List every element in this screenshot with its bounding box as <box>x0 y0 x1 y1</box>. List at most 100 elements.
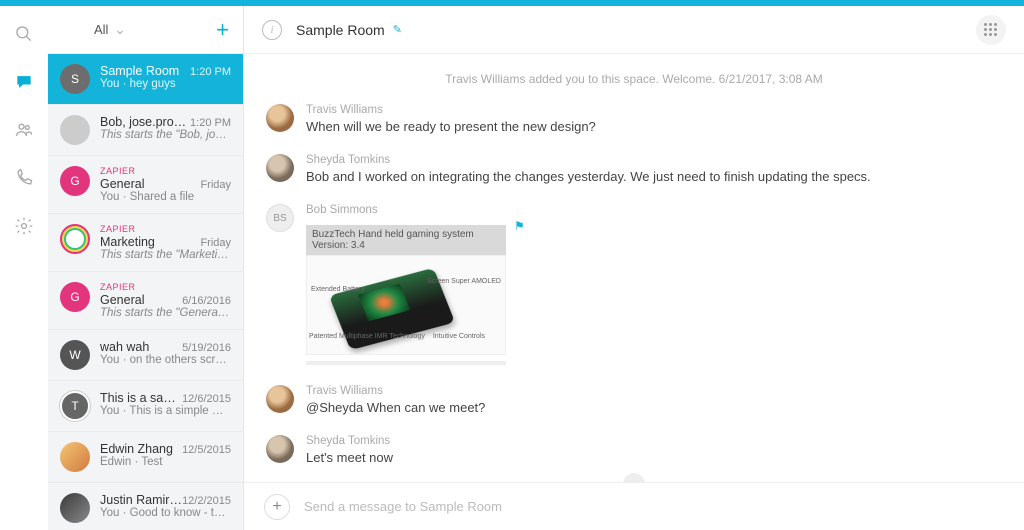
avatar: T <box>60 391 90 421</box>
message-composer: + <box>244 482 1024 530</box>
message-author: Sheyda Tomkins <box>306 154 1002 166</box>
system-message: Travis Williams added you to this space.… <box>266 72 1002 86</box>
scroll-down-button[interactable]: ⌄ <box>623 473 645 482</box>
avatar: W <box>60 340 90 370</box>
message-text: Let's meet now <box>306 450 1002 465</box>
callout-label: Patented Multiphase IMR Technology <box>309 333 425 340</box>
call-icon[interactable] <box>14 168 34 188</box>
message: Sheyda Tomkins Bob and I worked on integ… <box>266 154 1002 184</box>
room-title: Edwin Zhang <box>100 442 173 456</box>
chat-scroll-area[interactable]: Travis Williams added you to this space.… <box>244 54 1024 482</box>
message: Travis Williams When will we be ready to… <box>266 104 1002 134</box>
room-subtitle: You · This is a simple messa... <box>100 405 231 417</box>
flag-icon[interactable]: ⚑ <box>514 219 525 233</box>
room-subtitle: You · Good to know - thanks! <box>100 507 231 519</box>
avatar: S <box>60 64 90 94</box>
room-timestamp: 6/16/2016 <box>182 295 231 307</box>
avatar <box>60 224 90 254</box>
room-timestamp: 1:20 PM <box>190 66 231 78</box>
chat-room-title: Sample Room <box>296 22 385 38</box>
room-timestamp: Friday <box>200 179 231 191</box>
room-item[interactable]: W wah wah 5/19/2016 You · on the others s… <box>48 330 243 381</box>
room-title: This is a sample ro... <box>100 391 182 405</box>
edit-icon[interactable]: ✎ <box>393 23 402 36</box>
attachment-title: BuzzTech Hand held gaming system <box>312 229 500 240</box>
message-text: @Sheyda When can we meet? <box>306 400 1002 415</box>
avatar <box>60 442 90 472</box>
room-timestamp: 12/6/2015 <box>182 393 231 405</box>
room-timestamp: 12/5/2015 <box>182 444 231 456</box>
room-title: General <box>100 177 144 191</box>
avatar <box>266 435 294 463</box>
room-timestamp: 5/19/2016 <box>182 342 231 354</box>
chat-header: i Sample Room ✎ <box>244 6 1024 54</box>
room-subtitle: You · Shared a file <box>100 191 231 203</box>
nav-rail <box>0 6 48 530</box>
room-item[interactable]: Justin Ramirez12/2/2015 You · Good to kn… <box>48 483 243 530</box>
attachment-version: Version: 3.4 <box>312 240 500 251</box>
attachment-image: Extended Battery Screen Super AMOLED Pat… <box>306 255 506 355</box>
message-author: Travis Williams <box>306 385 1002 397</box>
room-item-sample-room[interactable]: S Sample Room 1:20 PM You · hey guys <box>48 54 243 105</box>
room-subtitle: This starts the "Marketing" s... <box>100 249 231 261</box>
message: Sheyda Tomkins Let's meet now <box>266 435 1002 465</box>
callout-label: Screen Super AMOLED <box>427 278 501 285</box>
room-item[interactable]: Bob, jose.proenca1:20 PM This starts the… <box>48 105 243 156</box>
avatar: G <box>60 166 90 196</box>
people-icon[interactable] <box>14 120 34 140</box>
avatar <box>266 104 294 132</box>
room-list-column: All ⌄ + S Sample Room 1:20 PM You · hey g… <box>48 6 244 530</box>
room-title: Sample Room <box>100 64 179 78</box>
room-item[interactable]: T This is a sample ro...12/6/2015 You · … <box>48 381 243 432</box>
settings-icon[interactable] <box>14 216 34 236</box>
callout-label: Intuitive Controls <box>433 333 485 340</box>
info-icon[interactable]: i <box>262 20 282 40</box>
room-title: wah wah <box>100 340 149 354</box>
room-timestamp: 1:20 PM <box>190 117 231 129</box>
room-item[interactable]: G ZAPIER General 6/16/2016 This starts th… <box>48 272 243 330</box>
message-author: Sheyda Tomkins <box>306 435 1002 447</box>
avatar <box>60 115 90 145</box>
message: Travis Williams @Sheyda When can we meet… <box>266 385 1002 415</box>
room-badge: ZAPIER <box>100 224 231 234</box>
add-room-button[interactable]: + <box>216 19 229 41</box>
avatar <box>266 154 294 182</box>
room-title: Justin Ramirez <box>100 493 182 507</box>
room-list-header: All ⌄ + <box>48 6 243 54</box>
attach-button[interactable]: + <box>264 494 290 520</box>
room-subtitle: This starts the "General" spa... <box>100 307 231 319</box>
message-author: Bob Simmons <box>306 204 1002 216</box>
attachment[interactable]: BuzzTech Hand held gaming system Version… <box>306 225 506 365</box>
room-list: S Sample Room 1:20 PM You · hey guys Bob,… <box>48 54 243 530</box>
room-title: Bob, jose.proenca <box>100 115 190 129</box>
chat-main: i Sample Room ✎ Travis Williams added yo… <box>244 6 1024 530</box>
avatar <box>60 493 90 523</box>
attachment-progress <box>306 361 506 365</box>
apps-menu-button[interactable] <box>976 15 1006 45</box>
room-subtitle: Edwin · Test <box>100 456 231 468</box>
chevron-down-icon: ⌄ <box>114 22 125 38</box>
room-subtitle: You · on the others screen <box>100 354 231 366</box>
avatar <box>266 385 294 413</box>
room-item[interactable]: G ZAPIER General Friday You · Shared a fi… <box>48 156 243 214</box>
avatar: G <box>60 282 90 312</box>
message-input[interactable] <box>304 499 1004 514</box>
room-title: General <box>100 293 144 307</box>
search-icon[interactable] <box>14 24 34 44</box>
room-timestamp: Friday <box>200 237 231 249</box>
message-author: Travis Williams <box>306 104 1002 116</box>
room-timestamp: 12/2/2015 <box>182 495 231 507</box>
filter-dropdown[interactable]: All ⌄ <box>94 22 125 38</box>
room-item[interactable]: Edwin Zhang 12/5/2015 Edwin · Test <box>48 432 243 483</box>
filter-label: All <box>94 22 108 37</box>
chat-icon[interactable] <box>14 72 34 92</box>
room-subtitle: You · hey guys <box>100 78 231 90</box>
room-subtitle: This starts the "Bob, jose.pro... <box>100 129 231 141</box>
message-text: When will we be ready to present the new… <box>306 119 1002 134</box>
room-item[interactable]: ZAPIER MarketingFriday This starts the "… <box>48 214 243 272</box>
attachment-caption: BuzzTech Hand held gaming system Version… <box>306 225 506 255</box>
avatar: BS <box>266 204 294 232</box>
room-badge: ZAPIER <box>100 166 231 176</box>
message: BS Bob Simmons BuzzTech Hand held gaming… <box>266 204 1002 365</box>
room-badge: ZAPIER <box>100 282 231 292</box>
